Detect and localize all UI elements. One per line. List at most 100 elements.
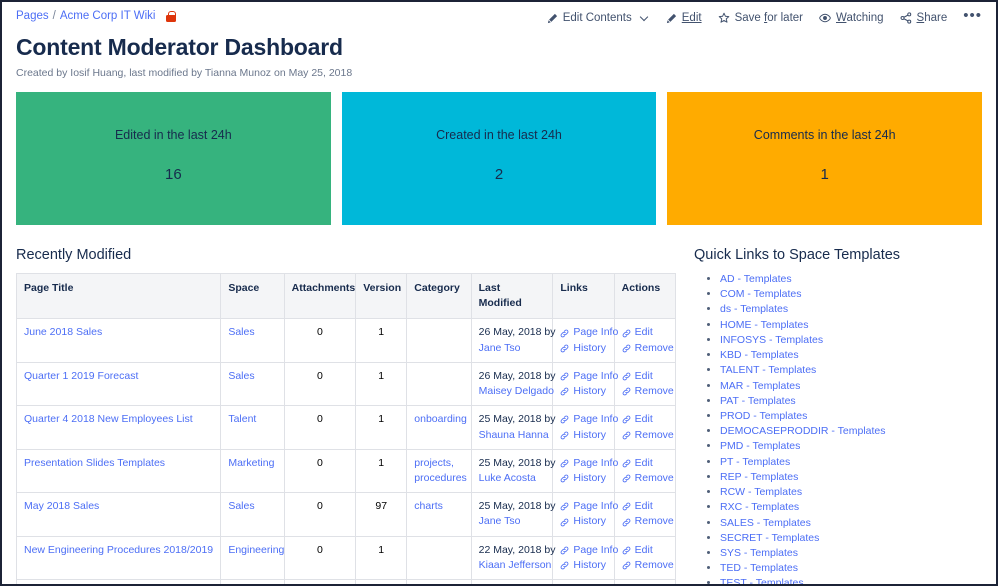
quick-link[interactable]: ds - Templates	[720, 303, 788, 315]
cell-actions: Edit Remove	[613, 535, 677, 581]
space-link[interactable]: Sales	[228, 370, 254, 382]
category-link[interactable]: onboarding	[414, 413, 467, 425]
quick-link[interactable]: RXC - Templates	[720, 501, 799, 513]
edit-label: Edit	[681, 12, 702, 24]
quick-link[interactable]: SECRET - Templates	[720, 532, 819, 544]
last-modified-author-link[interactable]: Jane Tso	[479, 514, 546, 529]
remove-link[interactable]: Remove	[622, 514, 674, 529]
space-link[interactable]: Sales	[228, 326, 254, 338]
last-modified-author-link[interactable]: Kiaan Jefferson	[479, 558, 552, 573]
space-link[interactable]: Sales	[228, 500, 254, 512]
cell-category: charts	[406, 492, 472, 537]
edit-button[interactable]: Edit	[666, 12, 702, 24]
quick-link[interactable]: SALES - Templates	[720, 517, 811, 529]
page-info-link[interactable]: Page Info	[560, 412, 618, 427]
page-info-link[interactable]: Page Info	[560, 543, 618, 558]
edit-contents-button[interactable]: Edit Contents	[547, 12, 632, 24]
cell-links: Page Info History	[552, 361, 618, 407]
page-info-link[interactable]: Page Info	[560, 456, 618, 471]
remove-link[interactable]: Remove	[622, 428, 674, 443]
cell-attachments: 0	[283, 492, 357, 537]
page-info-link[interactable]: Page Info	[560, 499, 618, 514]
breadcrumb-space[interactable]: Acme Corp IT Wiki	[60, 10, 156, 22]
space-link[interactable]: Engineering	[228, 544, 284, 556]
cell-actions: Edit Remove	[613, 405, 677, 450]
remove-link[interactable]: Remove	[622, 341, 674, 356]
quick-link[interactable]: TED - Templates	[720, 562, 798, 574]
page-title-link[interactable]: Quarter 4 2018 New Employees List	[24, 413, 193, 425]
cell-space: Talent	[220, 405, 285, 450]
page-title-link[interactable]: Quarter 1 2019 Forecast	[24, 370, 138, 382]
page-info-link[interactable]: Page Info	[560, 369, 618, 384]
history-link[interactable]: History	[560, 558, 606, 573]
breadcrumb-pages[interactable]: Pages	[16, 10, 49, 22]
quick-link[interactable]: TALENT - Templates	[720, 364, 816, 376]
page-root: Pages / Acme Corp IT Wiki Edit Contents …	[0, 0, 998, 586]
category-link[interactable]: projects, procedures	[414, 457, 467, 484]
quick-link[interactable]: PMD - Templates	[720, 440, 800, 452]
last-modified-author-link[interactable]: Jane Tso	[479, 341, 546, 356]
save-for-later-button[interactable]: Save for later	[718, 12, 803, 24]
quick-link[interactable]: RCW - Templates	[720, 486, 802, 498]
list-item: ds - Templates	[720, 303, 982, 316]
quick-link[interactable]: MAR - Templates	[720, 380, 800, 392]
cell-attachments: 0	[283, 318, 357, 363]
quick-link[interactable]: TEST - Templates	[720, 577, 804, 584]
quick-link[interactable]: COM - Templates	[720, 288, 802, 300]
last-modified-author-link[interactable]: Shauna Hanna	[479, 428, 549, 443]
quick-link[interactable]: HOME - Templates	[720, 319, 809, 331]
remove-link[interactable]: Remove	[622, 471, 674, 486]
history-link[interactable]: History	[560, 514, 606, 529]
quick-link[interactable]: KBD - Templates	[720, 349, 799, 361]
stat-card-value: 2	[494, 166, 504, 183]
stat-card-label: Comments in the last 24h	[753, 128, 896, 142]
link-icon	[560, 518, 569, 526]
link-icon	[560, 546, 569, 555]
quick-link[interactable]: PROD - Templates	[720, 410, 807, 422]
quick-link[interactable]: REP - Templates	[720, 471, 798, 483]
link-icon	[560, 329, 569, 337]
edit-link[interactable]: Edit	[622, 369, 668, 384]
history-link[interactable]: History	[560, 384, 606, 399]
history-link[interactable]: History	[560, 471, 606, 486]
last-modified-author-link[interactable]: Luke Acosta	[479, 471, 546, 486]
share-button[interactable]: Share	[900, 12, 947, 24]
page-title-link[interactable]: May 2018 Sales	[24, 500, 99, 512]
watching-label: Watching	[836, 12, 884, 24]
column-header-page-title: Page Title	[15, 272, 222, 320]
last-modified-date: 26 May, 2018 by	[478, 369, 556, 382]
page-title-link[interactable]: Presentation Slides Templates	[24, 457, 165, 469]
list-item: KBD - Templates	[720, 349, 982, 362]
recently-modified-table: Page Title Space Attachments Version Cat…	[15, 272, 677, 584]
list-item: REP - Templates	[720, 471, 982, 484]
page-info-link[interactable]: Page Info	[560, 325, 618, 340]
edit-link[interactable]: Edit	[622, 499, 668, 514]
category-link[interactable]: charts	[414, 500, 443, 512]
quick-link[interactable]: DEMOCASEPRODDIR - Templates	[720, 425, 886, 437]
ellipsis-icon[interactable]: •••	[963, 8, 982, 25]
quick-link[interactable]: SYS - Templates	[720, 547, 798, 559]
watching-button[interactable]: Watching	[819, 12, 884, 24]
page-title-link[interactable]: June 2018 Sales	[24, 326, 102, 338]
edit-link[interactable]: Edit	[622, 412, 668, 427]
last-modified-author-link[interactable]: Maisey Delgado	[479, 384, 554, 399]
edit-link[interactable]: Edit	[622, 325, 668, 340]
link-icon	[560, 431, 569, 440]
chevron-down-icon[interactable]	[640, 13, 650, 23]
quick-link[interactable]: AD - Templates	[720, 273, 792, 285]
page-meta: Created by Iosif Huang, last modified by…	[16, 67, 353, 79]
stat-card-edited: Edited in the last 24h 16	[16, 92, 331, 225]
page-title-link[interactable]: New Engineering Procedures 2018/2019	[24, 544, 213, 556]
remove-link[interactable]: Remove	[622, 558, 674, 573]
space-link[interactable]: Marketing	[228, 457, 274, 469]
quick-link[interactable]: PAT - Templates	[720, 395, 796, 407]
remove-link[interactable]: Remove	[622, 384, 674, 399]
space-link[interactable]: Talent	[228, 413, 256, 425]
quick-link[interactable]: PT - Templates	[720, 456, 790, 468]
history-link[interactable]: History	[560, 428, 606, 443]
edit-link[interactable]: Edit	[622, 456, 668, 471]
quick-link[interactable]: INFOSYS - Templates	[720, 334, 823, 346]
history-link[interactable]: History	[560, 341, 606, 356]
cell-attachments: 60	[283, 579, 357, 584]
edit-link[interactable]: Edit	[622, 543, 668, 558]
